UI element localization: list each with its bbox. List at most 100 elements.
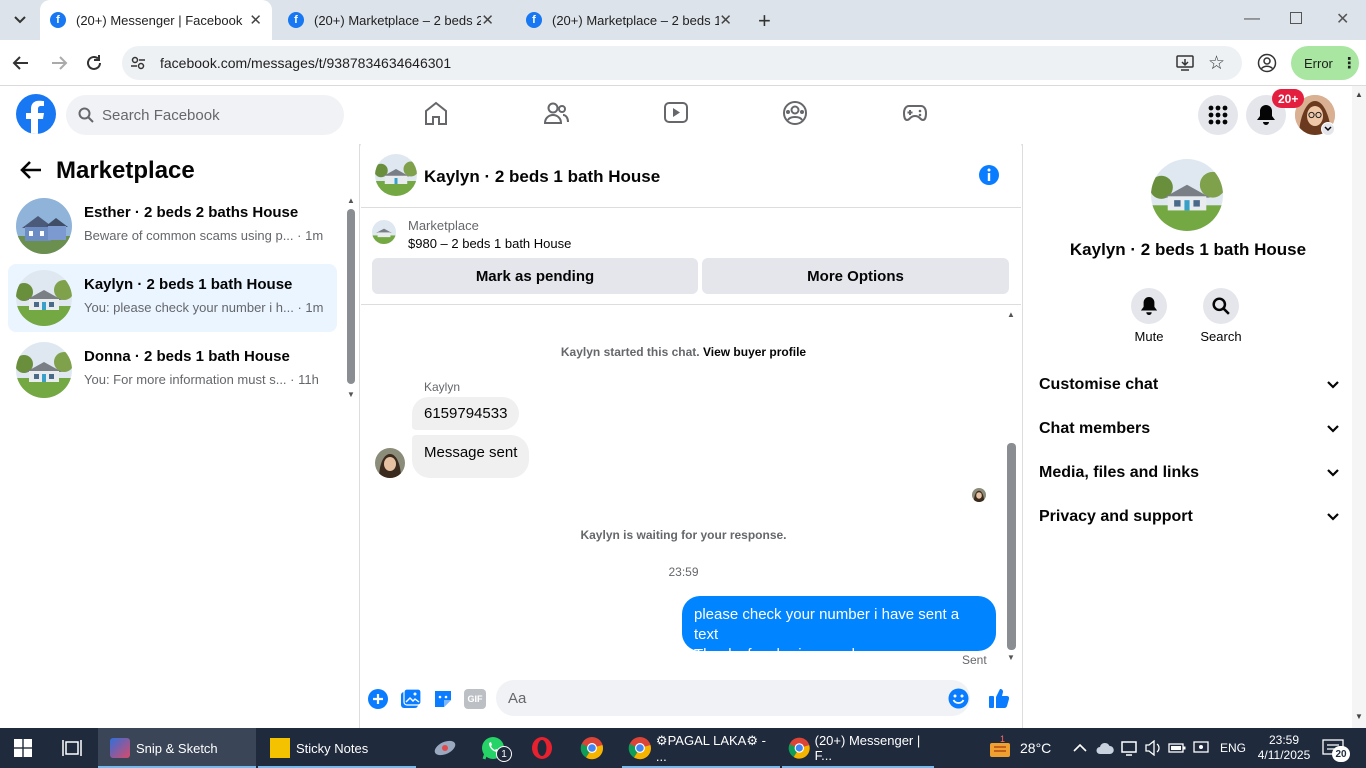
tab-close-icon[interactable]: ✕ bbox=[481, 11, 494, 29]
panel-title: Marketplace bbox=[56, 157, 195, 184]
taskbar-sticky-notes[interactable]: Sticky Notes bbox=[258, 728, 416, 768]
view-buyer-profile-link[interactable]: View buyer profile bbox=[703, 345, 806, 359]
message-input[interactable]: Aa bbox=[496, 680, 970, 716]
gaming-icon[interactable] bbox=[902, 100, 928, 126]
reload-icon[interactable] bbox=[85, 54, 103, 72]
section-label: Privacy and support bbox=[1039, 508, 1193, 525]
customise-chat-section[interactable]: Customise chat bbox=[1039, 373, 1339, 397]
home-icon[interactable] bbox=[424, 100, 448, 126]
scroll-up-icon[interactable]: ▲ bbox=[1007, 310, 1015, 319]
incoming-message[interactable]: Message sent bbox=[412, 435, 530, 478]
new-tab-icon[interactable]: + bbox=[758, 8, 771, 34]
bookmark-star-icon[interactable]: ☆ bbox=[1208, 52, 1225, 75]
tab-search-icon[interactable] bbox=[8, 10, 32, 30]
chat-members-section[interactable]: Chat members bbox=[1039, 417, 1339, 441]
cloud-icon[interactable] bbox=[1096, 728, 1114, 768]
waiting-notice: Kaylyn is waiting for your response. bbox=[580, 528, 787, 542]
tab-close-icon[interactable]: ✕ bbox=[249, 11, 262, 29]
conversation-esther[interactable]: Esther · 2 beds 2 baths House Beware of … bbox=[8, 192, 337, 260]
incoming-message[interactable]: 6159794533 bbox=[412, 397, 520, 430]
clock-date: 4/11/2025 bbox=[1257, 748, 1311, 762]
scroll-down-icon[interactable]: ▼ bbox=[1355, 712, 1363, 721]
info-icon[interactable] bbox=[978, 164, 1000, 186]
clock[interactable]: 23:59 4/11/2025 bbox=[1257, 728, 1311, 768]
site-info-icon[interactable] bbox=[130, 55, 146, 71]
back-icon[interactable] bbox=[12, 54, 30, 72]
gif-icon[interactable]: GIF bbox=[464, 689, 486, 709]
taskbar-chrome-pagal[interactable]: ⚙PAGAL LAKA⚙ - ... bbox=[622, 728, 780, 768]
page-scrollbar[interactable]: ▲ ▼ bbox=[1352, 86, 1366, 728]
taskbar-whatsapp[interactable]: 1 bbox=[480, 728, 512, 768]
notification-center[interactable]: 20 bbox=[1322, 728, 1350, 768]
profile-error-button[interactable]: Error ⋮ bbox=[1291, 46, 1359, 80]
battery-icon[interactable] bbox=[1168, 728, 1186, 768]
outgoing-message[interactable]: please check your number i have sent a t… bbox=[682, 596, 996, 663]
close-window-icon[interactable]: ✕ bbox=[1336, 9, 1349, 29]
friends-icon[interactable] bbox=[543, 100, 569, 126]
mark-as-pending-button[interactable]: Mark as pending bbox=[372, 258, 698, 294]
network-icon[interactable] bbox=[1120, 728, 1138, 768]
search-chat-button[interactable] bbox=[1203, 288, 1239, 324]
chat-scrollbar[interactable]: ▲ ▼ bbox=[1006, 310, 1018, 662]
tab-messenger[interactable]: f (20+) Messenger | Facebook ✕ bbox=[40, 0, 272, 40]
more-options-button[interactable]: More Options bbox=[702, 258, 1009, 294]
scrollbar-thumb[interactable] bbox=[347, 209, 355, 384]
chat-title[interactable]: Kaylyn · 2 beds 1 bath House bbox=[424, 167, 660, 187]
more-actions-icon[interactable] bbox=[367, 688, 389, 710]
facebook-logo-icon[interactable] bbox=[16, 94, 56, 134]
tab-marketplace-1[interactable]: f (20+) Marketplace – 2 beds 2 b ✕ bbox=[278, 0, 504, 40]
mute-button[interactable] bbox=[1131, 288, 1167, 324]
start-button[interactable] bbox=[14, 728, 32, 768]
profile-icon[interactable] bbox=[1257, 53, 1277, 73]
tab-close-icon[interactable]: ✕ bbox=[719, 11, 732, 29]
privacy-support-section[interactable]: Privacy and support bbox=[1039, 505, 1339, 529]
menu-grid-button[interactable] bbox=[1198, 95, 1238, 135]
like-thumbs-up-icon[interactable] bbox=[988, 687, 1010, 709]
scroll-up-icon[interactable]: ▲ bbox=[1355, 90, 1363, 99]
facebook-search-input[interactable]: Search Facebook bbox=[66, 95, 344, 135]
facebook-header: Search Facebook bbox=[0, 86, 1352, 144]
account-chevron-icon[interactable] bbox=[1321, 122, 1335, 136]
attach-photo-icon[interactable] bbox=[400, 688, 422, 710]
bell-icon bbox=[1140, 297, 1158, 315]
show-hidden-icons[interactable] bbox=[1073, 728, 1087, 768]
restore-icon[interactable] bbox=[1290, 12, 1302, 24]
sticker-icon[interactable] bbox=[432, 688, 454, 710]
sender-avatar[interactable] bbox=[375, 448, 405, 478]
chat-details-panel: Kaylyn · 2 beds 1 bath House Mute Search… bbox=[1022, 144, 1352, 728]
conversation-donna[interactable]: Donna · 2 beds 1 bath House You: For mor… bbox=[8, 336, 337, 404]
install-app-icon[interactable] bbox=[1176, 54, 1194, 72]
scroll-down-icon[interactable]: ▼ bbox=[1007, 653, 1015, 662]
minimize-icon[interactable]: — bbox=[1244, 10, 1260, 28]
back-arrow-icon[interactable] bbox=[20, 160, 42, 180]
scroll-up-icon[interactable]: ▲ bbox=[347, 196, 355, 205]
listing-price[interactable]: $980 – 2 beds 1 bath House bbox=[408, 236, 571, 251]
taskbar-opera[interactable] bbox=[530, 728, 554, 768]
conversation-kaylyn[interactable]: Kaylyn · 2 beds 1 bath House You: please… bbox=[8, 264, 337, 332]
list-scrollbar[interactable]: ▲ ▼ bbox=[345, 194, 357, 400]
conversation-preview: You: For more information must s... · 11… bbox=[84, 372, 319, 387]
tab-marketplace-2[interactable]: f (20+) Marketplace – 2 beds 1 b ✕ bbox=[516, 0, 742, 40]
details-listing-avatar[interactable] bbox=[1151, 159, 1223, 231]
chat-listing-avatar[interactable] bbox=[375, 154, 417, 196]
taskbar-chrome[interactable] bbox=[580, 728, 604, 768]
snip-sketch-icon bbox=[110, 738, 130, 758]
address-bar[interactable]: facebook.com/messages/t/9387834634646301… bbox=[122, 46, 1242, 80]
scrollbar-thumb[interactable] bbox=[1007, 443, 1016, 650]
taskbar-satellite-app[interactable] bbox=[432, 728, 458, 768]
taskbar-snip-sketch[interactable]: Snip & Sketch bbox=[98, 728, 256, 768]
task-view-icon[interactable] bbox=[62, 728, 82, 768]
message-input-placeholder: Aa bbox=[508, 689, 527, 707]
weather-widget[interactable]: 1 28°C bbox=[988, 728, 1051, 768]
volume-icon[interactable] bbox=[1144, 728, 1162, 768]
windows-logo-icon bbox=[14, 739, 32, 757]
taskbar-chrome-messenger[interactable]: (20+) Messenger | F... bbox=[782, 728, 934, 768]
language-indicator[interactable]: ENG bbox=[1220, 728, 1246, 768]
media-files-links-section[interactable]: Media, files and links bbox=[1039, 461, 1339, 485]
groups-icon[interactable] bbox=[782, 100, 808, 126]
video-icon[interactable] bbox=[663, 100, 689, 126]
display-icon[interactable] bbox=[1193, 728, 1209, 768]
taskbar-app-label: Snip & Sketch bbox=[136, 740, 218, 756]
scroll-down-icon[interactable]: ▼ bbox=[347, 390, 355, 399]
emoji-icon[interactable] bbox=[948, 688, 969, 709]
